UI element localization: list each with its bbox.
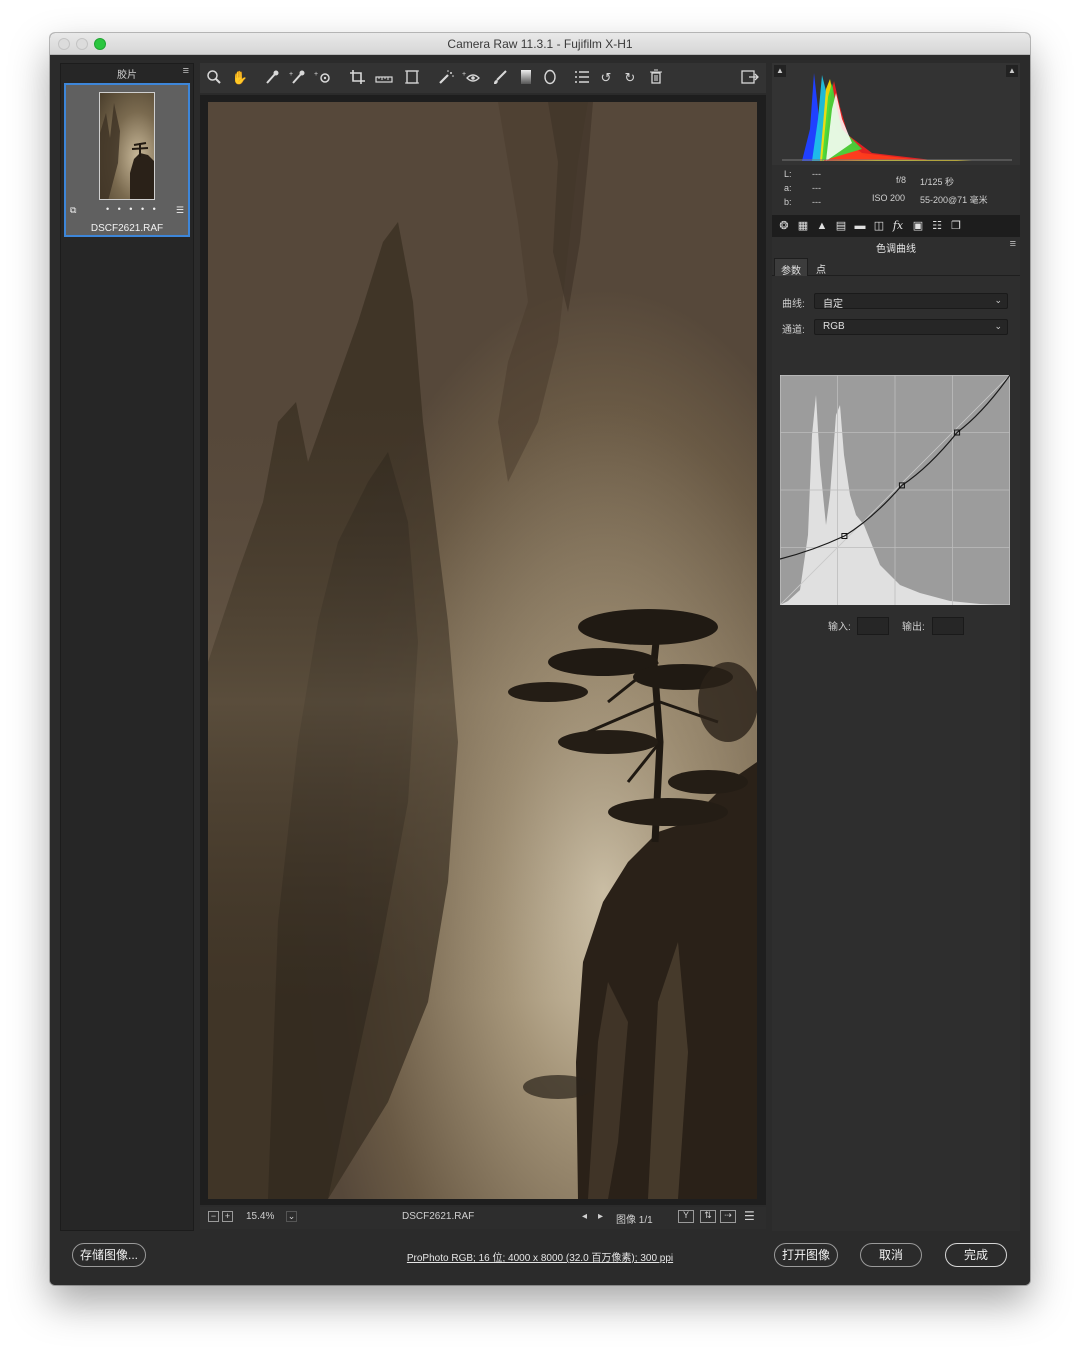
filmstrip-label: 胶片 [117,70,137,81]
histogram: ▲ ▲ [772,63,1020,165]
done-button[interactable]: 完成 [945,1243,1007,1267]
filmstrip-header: 胶片 ≡ [61,64,193,81]
svg-text:+: + [289,71,293,78]
filmstrip-panel: 胶片 ≡ ⧉ • • • • • ☰ DSCF2621.RAF [60,63,194,1231]
chevron-down-icon: ⌄ [994,295,1002,305]
output-label: 输出: [902,622,925,633]
aperture: f/8 [896,175,907,185]
tone-curve-graph[interactable] [779,374,1011,606]
input-field[interactable] [857,617,889,635]
effects-panel-icon[interactable]: fx [890,218,906,234]
radial-filter-icon[interactable] [540,69,560,87]
calibration-panel-icon[interactable]: ▣ [910,218,926,234]
panel-tab-icons: ❂ ▦ ▲ ▤ ▬ ◫ fx ▣ ☷ ❐ [772,215,1020,237]
b-label: b: [784,197,792,207]
l-label: L: [784,169,792,179]
channel-label: 通道: [782,325,805,336]
filmstrip-thumbnail[interactable]: ⧉ • • • • • ☰ DSCF2621.RAF [64,83,190,237]
image-preview-area[interactable] [200,95,766,1205]
spot-removal-icon[interactable] [436,69,456,87]
title-bar: Camera Raw 11.3.1 - Fujifilm X-H1 [50,33,1030,55]
preview-filename: DSCF2621.RAF [402,1211,475,1222]
tab-point[interactable]: 点 [810,258,832,276]
crop-badge-icon: ⧉ [70,205,77,215]
adjustments-panel: ▲ ▲ L: --- a: --- b: --- f/8 1/125 秒 ISO… [772,63,1020,1231]
lens: 55-200@71 毫米 [920,195,988,205]
white-balance-icon[interactable] [262,69,282,87]
rotate-ccw-icon[interactable]: ↺ [596,69,616,87]
a-value: --- [812,183,821,193]
zoom-in-button[interactable]: + [222,1211,233,1222]
hsl-panel-icon[interactable]: ▤ [833,218,849,234]
adjustment-brush-icon[interactable] [490,69,510,87]
svg-text:+: + [462,71,466,78]
tone-curve-panel-icon[interactable]: ▦ [795,218,811,234]
hand-icon[interactable]: ✋ [230,69,250,87]
curve-tabs: 参数 点 [772,258,1020,277]
rotate-cw-icon[interactable]: ↻ [620,69,640,87]
adjusted-badge-icon: ☰ [175,205,184,215]
transform-icon[interactable] [402,69,422,87]
trash-icon[interactable] [646,69,666,87]
curve-select-value: 自定 [823,299,843,310]
straighten-icon[interactable] [374,69,394,87]
zoom-out-button[interactable]: − [208,1211,219,1222]
curve-label: 曲线: [782,299,805,310]
tab-parametric[interactable]: 参数 [774,258,808,277]
preview-status-bar: − + 15.4% ⌄ DSCF2621.RAF ◂ ▸ 图像 1/1 Y ⇅ … [200,1207,766,1229]
curve-select[interactable]: 自定 ⌄ [814,293,1008,310]
filmstrip-menu-icon[interactable]: ≡ [183,65,189,77]
b-value: --- [812,197,821,207]
chevron-down-icon: ⌄ [994,321,1002,331]
channel-select-value: RGB [823,321,845,332]
preview-photo [208,102,757,1199]
snapshots-panel-icon[interactable]: ❐ [948,218,964,234]
swap-before-after-icon[interactable]: ⇅ [700,1210,716,1223]
input-label: 输入: [828,622,851,633]
tool-bar: ✋ + + + ↺ ↻ [200,63,766,93]
copy-settings-icon[interactable]: ⇢ [720,1210,736,1223]
shutter-speed: 1/125 秒 [920,177,955,187]
before-after-y-icon[interactable]: Y [678,1210,694,1223]
color-sampler-icon[interactable]: + [288,69,308,87]
panel-menu-icon[interactable]: ≡ [1010,238,1016,250]
preferences-icon[interactable] [572,69,592,87]
next-image-button[interactable]: ▸ [598,1211,603,1222]
zoom-dropdown[interactable]: ⌄ [286,1211,297,1222]
open-image-button[interactable]: 打开图像 [774,1243,838,1267]
bottom-bar: 存储图像... ProPhoto RGB; 16 位; 4000 x 8000 … [50,1231,1030,1285]
toggle-settings-icon[interactable]: ☰ [744,1209,755,1223]
red-eye-icon[interactable]: + [462,69,482,87]
image-counter: 图像 1/1 [616,1215,653,1226]
rating-dots[interactable]: • • • • • [106,204,159,214]
channel-select[interactable]: RGB ⌄ [814,319,1008,335]
detail-panel-icon[interactable]: ▲ [814,218,830,234]
camera-raw-window: Camera Raw 11.3.1 - Fujifilm X-H1 胶片 ≡ ⧉… [50,33,1030,1285]
iso: ISO 200 [872,193,906,203]
zoom-level: 15.4% [246,1211,275,1222]
lens-corrections-panel-icon[interactable]: ◫ [871,218,887,234]
fullscreen-icon[interactable] [740,69,760,87]
window-title: Camera Raw 11.3.1 - Fujifilm X-H1 [447,37,633,51]
info-readout: L: --- a: --- b: --- f/8 1/125 秒 ISO 200… [772,167,1020,213]
svg-text:+: + [314,71,318,78]
basic-panel-icon[interactable]: ❂ [776,218,792,234]
output-field[interactable] [932,617,964,635]
split-toning-panel-icon[interactable]: ▬ [852,218,868,234]
thumbnail-image [99,92,155,200]
graduated-filter-icon[interactable] [516,69,536,87]
thumbnail-filename: DSCF2621.RAF [90,223,164,234]
previous-image-button[interactable]: ◂ [582,1211,587,1222]
l-value: --- [812,169,821,179]
a-label: a: [784,183,792,193]
cancel-button[interactable]: 取消 [860,1243,922,1267]
thumbnail-status: ⧉ • • • • • ☰ [70,204,184,215]
crop-icon[interactable] [348,69,368,87]
targeted-adjust-icon[interactable]: + [314,69,334,87]
presets-panel-icon[interactable]: ☷ [929,218,945,234]
panel-title: 色调曲线 [876,244,916,255]
zoom-icon[interactable] [204,69,224,87]
